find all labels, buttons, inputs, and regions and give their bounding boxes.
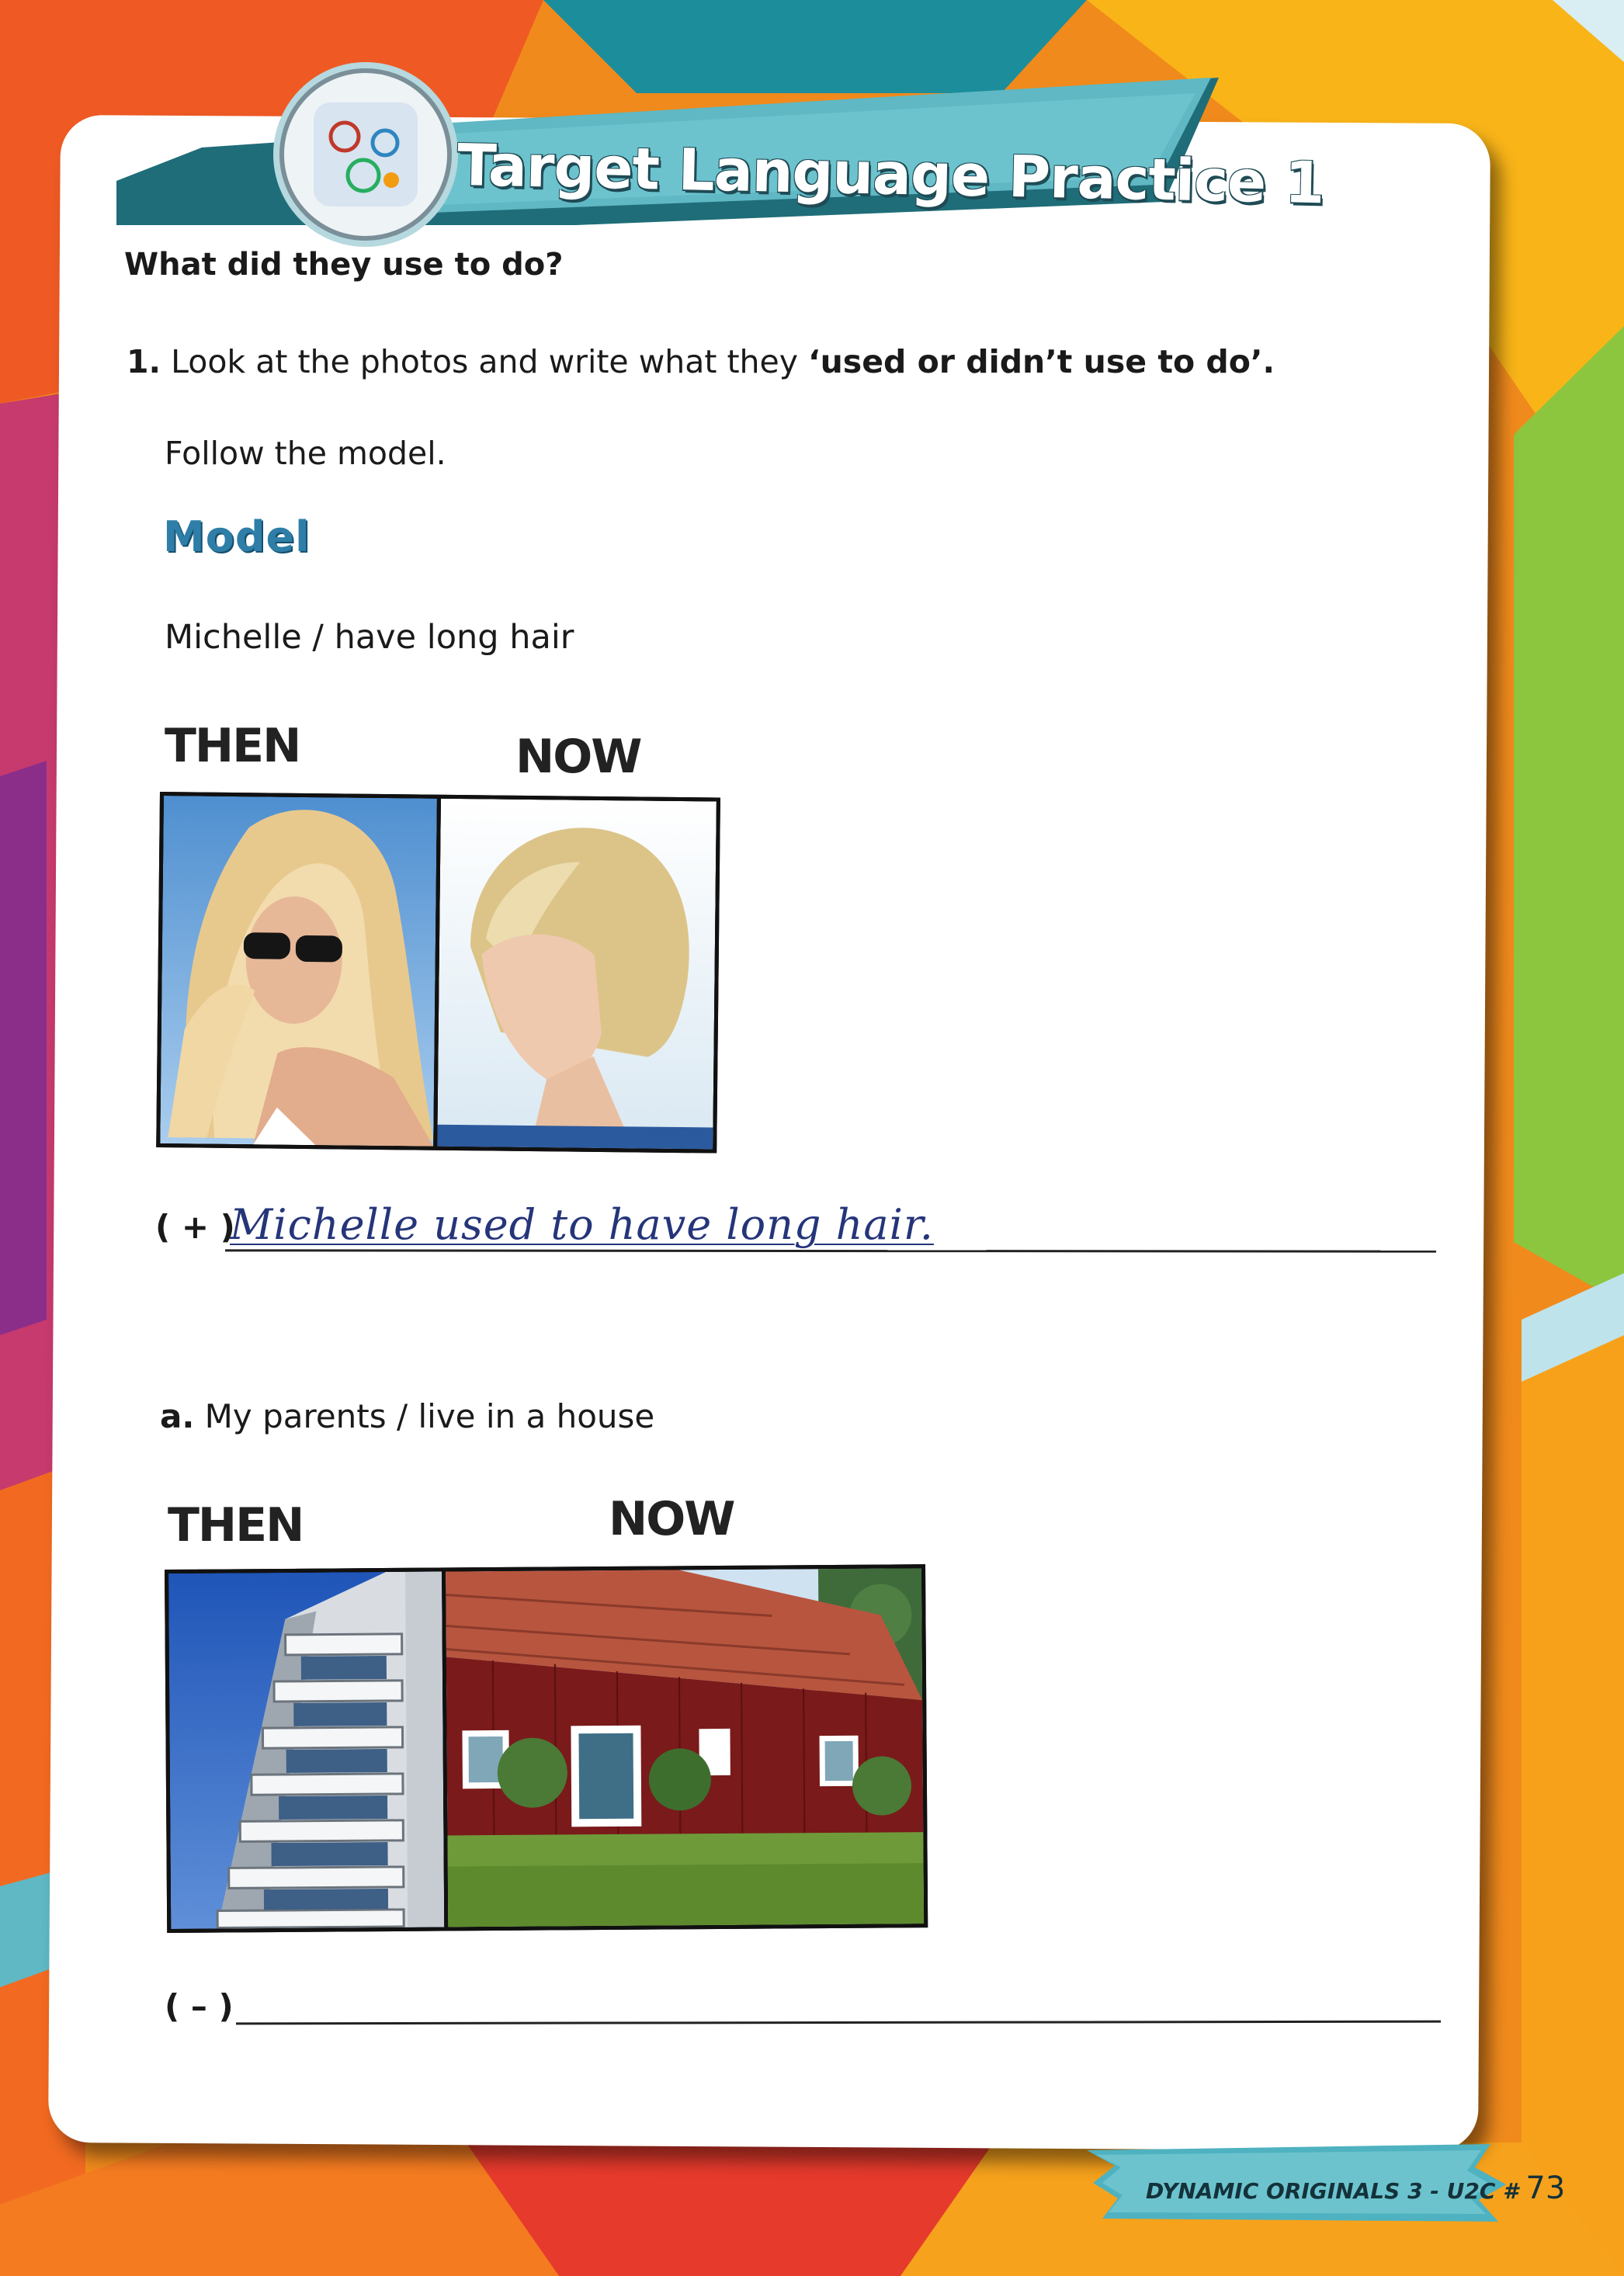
follow-instruction: Follow the model. [165, 435, 446, 472]
now-label: NOW [515, 730, 642, 784]
model-answer-line [224, 1249, 1437, 1253]
item-a-text: My parents / live in a house [194, 1397, 655, 1435]
footer-label: DYNAMIC ORIGINALS 3 - U2C # 73 [1146, 2170, 1565, 2206]
item-a-answer-line[interactable] [235, 2020, 1442, 2025]
photo-apartment-building [168, 1571, 445, 1929]
instruction-emphasis: ‘used or didn’t use to do’ [808, 343, 1263, 380]
then-label: THEN [165, 719, 301, 773]
photo-short-hair [437, 798, 717, 1150]
model-answer-handwriting: Michelle used to have long hair. [230, 1200, 934, 1249]
item-a-prompt: a. My parents / live in a house [160, 1397, 654, 1435]
photo-red-house [446, 1568, 925, 1927]
exercise-instruction: 1. Look at the photos and write what the… [127, 343, 1275, 380]
model-prompt: Michelle / have long hair [165, 618, 574, 657]
exercise-number: 1. [127, 343, 161, 380]
item-letter: a. [160, 1397, 195, 1435]
page-number: 73 [1525, 2170, 1566, 2206]
worksheet-content: What did they use to do? 1. Look at the … [0, 0, 1624, 2276]
then-label-a: THEN [168, 1498, 304, 1553]
item-a-photo-pair [165, 1564, 928, 1933]
book-reference: DYNAMIC ORIGINALS 3 - U2C # [1146, 2178, 1518, 2204]
instruction-text: Look at the photos and write what they [161, 343, 809, 380]
model-heading: Model [163, 512, 311, 561]
footer-badge: DYNAMIC ORIGINALS 3 - U2C # 73 [1087, 2144, 1565, 2222]
negative-sign: ( – ) [165, 1987, 234, 2025]
photo-long-hair [160, 796, 437, 1147]
model-photo-pair [156, 792, 720, 1154]
now-label-a: NOW [609, 1492, 735, 1546]
section-question: What did they use to do? [124, 247, 564, 283]
positive-sign: ( + ) [155, 1208, 235, 1246]
instruction-period: . [1262, 343, 1275, 380]
